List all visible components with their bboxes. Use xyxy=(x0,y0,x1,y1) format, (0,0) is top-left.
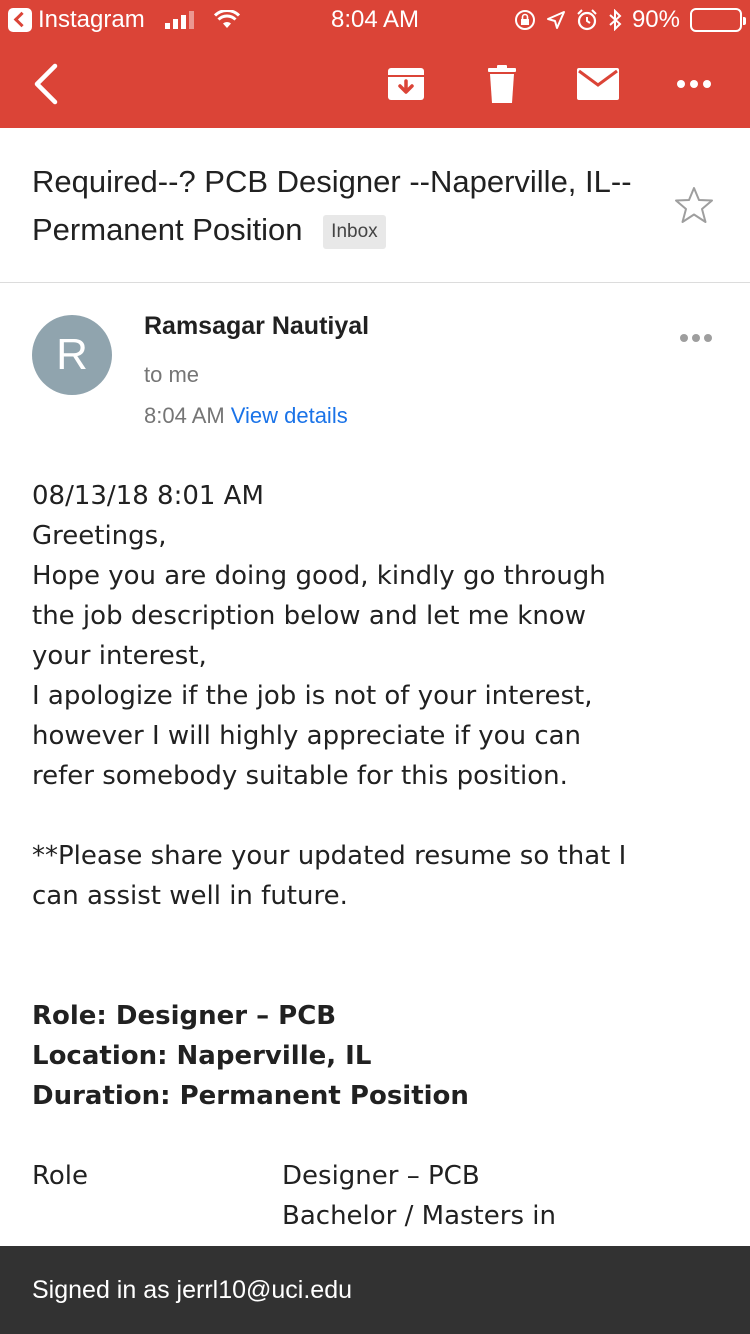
more-horizontal-icon xyxy=(677,80,711,88)
bluetooth-icon xyxy=(609,9,622,31)
inbox-label-badge[interactable]: Inbox xyxy=(323,214,386,249)
more-options-button[interactable] xyxy=(672,40,716,128)
table-key: Role xyxy=(32,1161,89,1191)
top-app-bar: Instagram 8:04 AM 90% xyxy=(0,0,750,128)
body-paragraph: I apologize if the job is not of your in… xyxy=(32,681,593,791)
battery-percent: 90% xyxy=(631,6,680,33)
duration-line: Duration: Permanent Position xyxy=(32,1081,469,1111)
body-greeting: Greetings, xyxy=(32,521,167,551)
job-table-row: Bachelor / Masters in xyxy=(32,1196,732,1236)
table-value: Bachelor / Masters in xyxy=(282,1201,556,1231)
message-more-button[interactable] xyxy=(680,334,712,342)
archive-icon xyxy=(388,68,424,100)
job-table-row: Role Designer – PCB xyxy=(32,1156,732,1196)
orientation-lock-icon xyxy=(514,10,535,30)
body-date: 08/13/18 8:01 AM xyxy=(32,481,264,511)
archive-button[interactable] xyxy=(384,40,428,128)
email-time: 8:04 AM xyxy=(144,403,225,428)
email-subject: Required--? PCB Designer --Naperville, I… xyxy=(32,158,632,254)
star-button[interactable] xyxy=(674,186,714,229)
email-body: 08/13/18 8:01 AM Greetings, Hope you are… xyxy=(32,476,732,1236)
sender-avatar[interactable]: R xyxy=(32,315,112,395)
back-arrow-icon xyxy=(34,63,58,105)
location-line: Location: Naperville, IL xyxy=(32,1041,372,1071)
recipient-text: to me xyxy=(144,362,200,387)
status-bar: Instagram 8:04 AM 90% xyxy=(0,0,750,40)
email-meta: 8:04 AM View details xyxy=(144,403,348,429)
view-details-link[interactable]: View details xyxy=(231,403,348,428)
sender-name[interactable]: Ramsagar Nautiyal xyxy=(144,312,369,341)
body-paragraph: **Please share your updated resume so th… xyxy=(32,841,627,911)
more-dot-icon xyxy=(692,334,700,342)
more-dot-icon xyxy=(680,334,688,342)
mark-unread-button[interactable] xyxy=(574,40,622,128)
status-indicators: 90% xyxy=(514,6,746,34)
back-button[interactable] xyxy=(20,40,70,128)
email-toolbar xyxy=(0,40,750,128)
mail-icon xyxy=(577,68,619,100)
more-dot-icon xyxy=(704,334,712,342)
subject-header: Required--? PCB Designer --Naperville, I… xyxy=(0,128,750,283)
table-value: Designer – PCB xyxy=(282,1161,480,1191)
trash-icon xyxy=(488,65,516,103)
signed-in-snackbar: Signed in as jerrl10@uci.edu xyxy=(0,1246,750,1334)
alarm-icon xyxy=(577,9,597,31)
table-key xyxy=(32,1196,282,1236)
star-icon xyxy=(675,187,713,223)
location-arrow-icon xyxy=(546,11,565,29)
role-line: Role: Designer – PCB xyxy=(32,1001,337,1031)
delete-button[interactable] xyxy=(482,40,522,128)
body-paragraph: Hope you are doing good, kindly go throu… xyxy=(32,561,606,671)
battery-icon xyxy=(690,8,746,32)
